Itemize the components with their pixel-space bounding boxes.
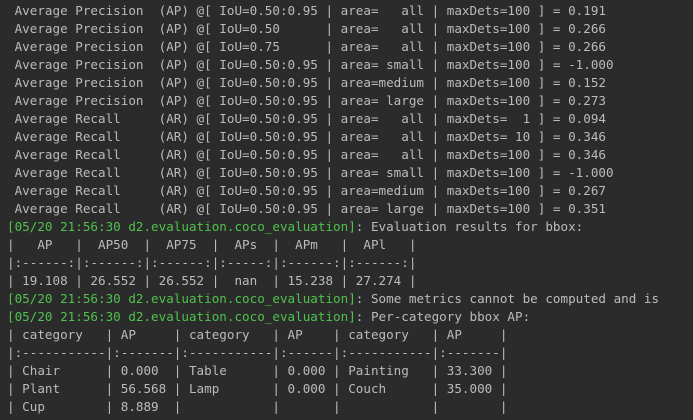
log-text: | AP | AP50 | AP75 | APs | APm | APl |	[7, 237, 417, 252]
log-text: : Evaluation results for bbox:	[355, 219, 584, 234]
console-line: [05/20 21:56:30 d2.evaluation.coco_evalu…	[7, 290, 693, 308]
console-line: | Cup | 8.889 | | | | |	[7, 398, 693, 416]
log-text: Average Precision (AP) @[ IoU=0.50:0.95 …	[7, 57, 614, 72]
console-line: |:-----------|:-------|:-----------|:---…	[7, 344, 693, 362]
log-text: | Chair | 0.000 | Table | 0.000 | Painti…	[7, 363, 508, 378]
log-text: : Per-category bbox AP:	[355, 309, 531, 324]
console-line: Average Recall (AR) @[ IoU=0.50:0.95 | a…	[7, 200, 693, 218]
log-text: | 19.108 | 26.552 | 26.552 | nan | 15.23…	[7, 273, 417, 288]
log-text: Average Precision (AP) @[ IoU=0.50:0.95 …	[7, 3, 606, 18]
console-line: Average Precision (AP) @[ IoU=0.50:0.95 …	[7, 2, 693, 20]
console-line: Average Precision (AP) @[ IoU=0.50 | are…	[7, 20, 693, 38]
console-line: Average Recall (AR) @[ IoU=0.50:0.95 | a…	[7, 164, 693, 182]
console-output[interactable]: Average Precision (AP) @[ IoU=0.50:0.95 …	[7, 2, 693, 416]
console-line: | Plant | 56.568 | Lamp | 0.000 | Couch …	[7, 380, 693, 398]
log-text: : Some metrics cannot be computed and is	[355, 291, 660, 306]
log-prefix: [05/20 21:56:30 d2.evaluation.coco_evalu…	[7, 219, 356, 234]
console-line: Average Precision (AP) @[ IoU=0.50:0.95 …	[7, 74, 693, 92]
log-text: Average Precision (AP) @[ IoU=0.50:0.95 …	[7, 93, 606, 108]
log-text: | category | AP | category | AP | catego…	[7, 327, 508, 342]
log-text: | Cup | 8.889 | | | | |	[7, 399, 508, 414]
console-line: Average Recall (AR) @[ IoU=0.50:0.95 | a…	[7, 182, 693, 200]
console-line: | category | AP | category | AP | catego…	[7, 326, 693, 344]
console-line: Average Recall (AR) @[ IoU=0.50:0.95 | a…	[7, 110, 693, 128]
log-text: Average Recall (AR) @[ IoU=0.50:0.95 | a…	[7, 129, 606, 144]
log-text: Average Recall (AR) @[ IoU=0.50:0.95 | a…	[7, 201, 606, 216]
log-text: Average Recall (AR) @[ IoU=0.50:0.95 | a…	[7, 147, 606, 162]
console-line: | 19.108 | 26.552 | 26.552 | nan | 15.23…	[7, 272, 693, 290]
console-line: | AP | AP50 | AP75 | APs | APm | APl |	[7, 236, 693, 254]
console-line: Average Precision (AP) @[ IoU=0.75 | are…	[7, 38, 693, 56]
console-line: Average Precision (AP) @[ IoU=0.50:0.95 …	[7, 56, 693, 74]
console-line: | Chair | 0.000 | Table | 0.000 | Painti…	[7, 362, 693, 380]
log-text: Average Recall (AR) @[ IoU=0.50:0.95 | a…	[7, 183, 606, 198]
log-prefix: [05/20 21:56:30 d2.evaluation.coco_evalu…	[7, 309, 356, 324]
console-line: Average Precision (AP) @[ IoU=0.50:0.95 …	[7, 92, 693, 110]
log-text: Average Recall (AR) @[ IoU=0.50:0.95 | a…	[7, 165, 614, 180]
log-text: Average Precision (AP) @[ IoU=0.50:0.95 …	[7, 75, 606, 90]
log-text: |:------:|:------:|:------:|:-----:|:---…	[7, 255, 417, 270]
log-text: |:-----------|:-------|:-----------|:---…	[7, 345, 508, 360]
log-text: Average Precision (AP) @[ IoU=0.75 | are…	[7, 39, 606, 54]
log-text: Average Precision (AP) @[ IoU=0.50 | are…	[7, 21, 606, 36]
log-text: | Plant | 56.568 | Lamp | 0.000 | Couch …	[7, 381, 508, 396]
console-line: [05/20 21:56:30 d2.evaluation.coco_evalu…	[7, 218, 693, 236]
log-prefix: [05/20 21:56:30 d2.evaluation.coco_evalu…	[7, 291, 356, 306]
console-line: [05/20 21:56:30 d2.evaluation.coco_evalu…	[7, 308, 693, 326]
console-line: Average Recall (AR) @[ IoU=0.50:0.95 | a…	[7, 146, 693, 164]
log-text: Average Recall (AR) @[ IoU=0.50:0.95 | a…	[7, 111, 606, 126]
console-line: Average Recall (AR) @[ IoU=0.50:0.95 | a…	[7, 128, 693, 146]
console-line: |:------:|:------:|:------:|:-----:|:---…	[7, 254, 693, 272]
